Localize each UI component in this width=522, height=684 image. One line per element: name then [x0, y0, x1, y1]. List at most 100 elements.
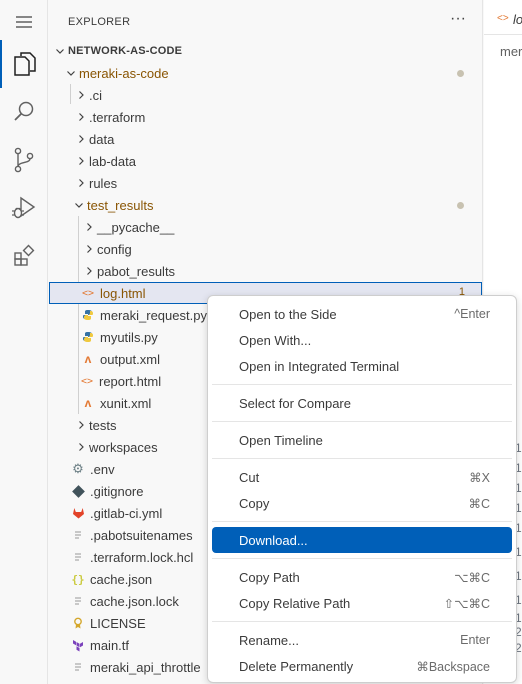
modified-dot: [457, 202, 464, 209]
menu-separator: [212, 521, 512, 522]
menu-item-label: Copy: [239, 496, 270, 511]
menu-item-label: Open to the Side: [239, 307, 337, 322]
editor-tab-log-html[interactable]: <> lo: [484, 0, 522, 35]
menu-item-label: Copy Relative Path: [239, 596, 351, 611]
menu-delete-permanently[interactable]: Delete Permanently ⌘Backspace: [212, 653, 512, 679]
menu-item-shortcut: ⇧⌥⌘C: [443, 597, 490, 611]
text-file-icon: [70, 524, 86, 546]
menu-icon[interactable]: [0, 0, 48, 44]
html-file-icon: <>: [81, 287, 95, 299]
file-label: .gitlab-ci.yml: [90, 505, 163, 521]
file-label: main.tf: [90, 637, 130, 653]
chevron-right-icon: [73, 172, 89, 194]
text-file-icon: [70, 590, 86, 612]
folder-label: .ci: [89, 87, 102, 103]
file-label: meraki_request.py: [100, 307, 207, 323]
folder-label: workspaces: [89, 439, 158, 455]
activity-bar: [0, 0, 48, 684]
folder-label: pabot_results: [97, 263, 176, 279]
file-label: .env: [90, 461, 115, 477]
files-icon[interactable]: [0, 40, 48, 88]
chevron-right-icon: [81, 260, 97, 282]
menu-item-label: Delete Permanently: [239, 659, 354, 674]
menu-separator: [212, 384, 512, 385]
explorer-title: EXPLORER: [68, 16, 131, 28]
text-file-icon: [70, 546, 86, 568]
folder-ci[interactable]: .ci: [49, 84, 482, 106]
file-label: cache.json.lock: [90, 593, 179, 609]
folder-data[interactable]: data: [49, 128, 482, 150]
tab-label: lo: [513, 12, 522, 27]
folder-label: meraki-as-code: [79, 65, 169, 81]
run-debug-icon[interactable]: [0, 184, 48, 232]
folder-pycache[interactable]: __pycache__: [49, 216, 482, 238]
file-label: cache.json: [90, 571, 153, 587]
folder-rules[interactable]: rules: [49, 172, 482, 194]
python-file-icon: [80, 326, 96, 348]
source-control-icon[interactable]: [0, 136, 48, 184]
menu-select-for-compare[interactable]: Select for Compare: [212, 390, 512, 416]
folder-terraform[interactable]: .terraform: [49, 106, 482, 128]
file-label: meraki_api_throttle: [90, 659, 201, 675]
menu-copy-path[interactable]: Copy Path ⌥⌘C: [212, 564, 512, 590]
chevron-down-icon: [63, 62, 79, 84]
text-file-icon: [70, 656, 86, 678]
more-actions-icon[interactable]: ···: [448, 10, 468, 30]
chevron-right-icon: [73, 150, 89, 172]
folder-label: config: [97, 241, 132, 257]
menu-download[interactable]: Download...: [212, 527, 512, 553]
menu-copy[interactable]: Copy ⌘C: [212, 490, 512, 516]
folder-label: __pycache__: [97, 219, 175, 235]
chevron-right-icon: [81, 216, 97, 238]
chevron-down-icon: [52, 40, 68, 62]
chevron-right-icon: [73, 414, 89, 436]
folder-label: data: [89, 131, 115, 147]
menu-open-in-terminal[interactable]: Open in Integrated Terminal: [212, 353, 512, 379]
menu-separator: [212, 621, 512, 622]
folder-config[interactable]: config: [49, 238, 482, 260]
chevron-down-icon: [71, 194, 87, 216]
menu-open-timeline[interactable]: Open Timeline: [212, 427, 512, 453]
tree-root-network-as-code[interactable]: NETWORK-AS-CODE: [49, 40, 482, 62]
json-file-icon: {}: [71, 572, 85, 586]
menu-separator: [212, 558, 512, 559]
menu-item-shortcut: Enter: [460, 633, 490, 647]
extensions-icon[interactable]: [0, 232, 48, 280]
file-label: report.html: [99, 373, 162, 389]
menu-copy-relative-path[interactable]: Copy Relative Path ⇧⌥⌘C: [212, 590, 512, 616]
folder-pabot-results[interactable]: pabot_results: [49, 260, 482, 282]
menu-item-label: Rename...: [239, 633, 299, 648]
file-label: myutils.py: [100, 329, 158, 345]
menu-item-label: Open Timeline: [239, 433, 323, 448]
terraform-icon: [70, 634, 86, 656]
menu-item-shortcut: ⌘X: [469, 471, 490, 485]
menu-open-with[interactable]: Open With...: [212, 327, 512, 353]
folder-lab-data[interactable]: lab-data: [49, 150, 482, 172]
chevron-right-icon: [73, 128, 89, 150]
file-label: .terraform.lock.hcl: [90, 549, 194, 565]
folder-label: .terraform: [89, 109, 146, 125]
menu-item-shortcut: ^Enter: [454, 307, 490, 321]
folder-label: rules: [89, 175, 118, 191]
folder-label: tests: [89, 417, 117, 433]
folder-label: test_results: [87, 197, 154, 213]
menu-open-to-side[interactable]: Open to the Side ^Enter: [212, 301, 512, 327]
gear-icon: ⚙: [72, 461, 84, 476]
folder-meraki-as-code[interactable]: meraki-as-code: [49, 62, 482, 84]
file-label: LICENSE: [90, 615, 146, 631]
chevron-right-icon: [73, 106, 89, 128]
gitlab-icon: [70, 502, 86, 524]
file-label: xunit.xml: [100, 395, 152, 411]
menu-item-label: Cut: [239, 470, 260, 485]
xml-file-icon: ᴧ: [84, 352, 92, 366]
menu-item-label: Download...: [239, 533, 308, 548]
chevron-right-icon: [73, 84, 89, 106]
html-file-icon: <>: [497, 13, 509, 24]
menu-cut[interactable]: Cut ⌘X: [212, 464, 512, 490]
xml-file-icon: ᴧ: [84, 396, 92, 410]
tree-root-label: NETWORK-AS-CODE: [68, 45, 183, 57]
search-icon[interactable]: [0, 88, 48, 136]
chevron-right-icon: [73, 436, 89, 458]
menu-rename[interactable]: Rename... Enter: [212, 627, 512, 653]
folder-test-results[interactable]: test_results: [49, 194, 482, 216]
